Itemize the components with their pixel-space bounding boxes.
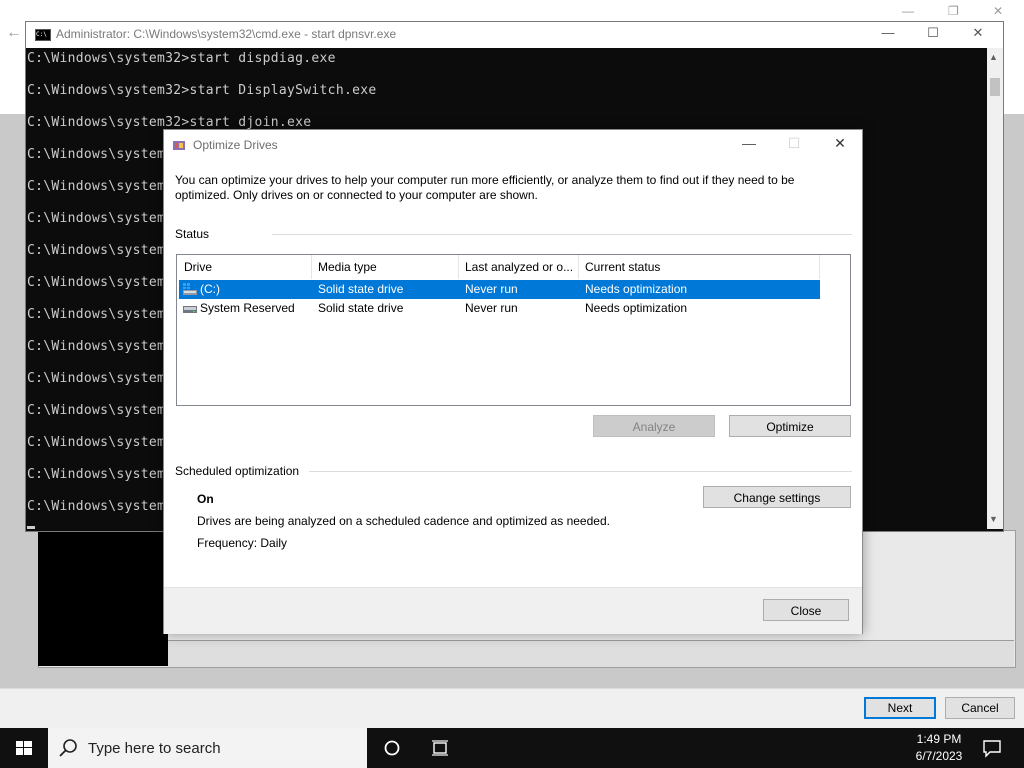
current-status: Needs optimization (585, 282, 688, 296)
optimize-button[interactable]: Optimize (729, 415, 851, 437)
cmd-scrollbar[interactable]: ▲ ▼ (987, 48, 1003, 529)
dialog-maximize-icon: ☐ (787, 135, 801, 151)
last-analyzed: Never run (465, 301, 518, 315)
wizard-dark-region (38, 530, 168, 666)
media-type: Solid state drive (318, 301, 404, 315)
drives-list-header: Drive Media type Last analyzed or o... C… (177, 255, 850, 280)
taskbar-clock[interactable]: 1:49 PM 6/7/2023 (900, 731, 978, 765)
cmd-close-icon[interactable]: ✕ (963, 25, 993, 41)
dialog-close-icon[interactable]: ✕ (825, 135, 855, 152)
wizard-panel-strip (168, 640, 1014, 667)
cmd-line: C:\Windows\system (27, 147, 166, 162)
wizard-restore-icon[interactable]: ❐ (948, 4, 959, 18)
cmd-line: C:\Windows\system32>start djoin.exe (27, 115, 312, 130)
drive-row-c[interactable]: (C:) Solid state drive Never run Needs o… (179, 280, 820, 299)
scheduled-section-label: Scheduled optimization (175, 464, 300, 478)
close-button[interactable]: Close (763, 599, 849, 621)
cmd-line: C:\Windows\system (27, 243, 166, 258)
schedule-frequency: Frequency: Daily (197, 536, 288, 550)
cmd-cursor (27, 526, 35, 529)
drive-name: System Reserved (200, 301, 295, 315)
cmd-line: C:\Windows\system (27, 371, 166, 386)
scrollbar-thumb[interactable] (990, 78, 1000, 96)
scroll-up-arrow-icon[interactable]: ▲ (989, 52, 998, 62)
wizard-close-icon[interactable]: ✕ (993, 4, 1003, 18)
wizard-minimize-icon[interactable]: — (902, 4, 914, 18)
cmd-line: C:\Windows\system (27, 467, 166, 482)
current-status: Needs optimization (585, 301, 688, 315)
cmd-titlebar[interactable]: C:\ Administrator: C:\Windows\system32\c… (26, 22, 1003, 48)
column-header-current-status[interactable]: Current status (578, 255, 820, 279)
cmd-line: C:\Windows\system (27, 275, 166, 290)
change-settings-button[interactable]: Change settings (703, 486, 851, 508)
search-placeholder: Type here to search (88, 740, 221, 757)
cmd-line: C:\Windows\system32>start DisplaySwitch.… (27, 83, 377, 98)
defrag-app-icon (173, 141, 185, 150)
notification-icon[interactable] (981, 737, 1003, 759)
windows-drive-icon (183, 283, 197, 295)
scheduled-divider (309, 471, 852, 472)
cmd-icon: C:\ (35, 29, 51, 41)
windows-start-icon[interactable] (0, 728, 48, 768)
column-header-drive[interactable]: Drive (177, 255, 312, 279)
taskbar-search-box[interactable]: Type here to search (48, 728, 367, 768)
cmd-line: C:\Windows\system (27, 435, 166, 450)
clock-date: 6/7/2023 (915, 749, 963, 763)
media-type: Solid state drive (318, 282, 404, 296)
drives-list[interactable]: Drive Media type Last analyzed or o... C… (176, 254, 851, 406)
cmd-line: C:\Windows\system (27, 339, 166, 354)
column-header-media-type[interactable]: Media type (311, 255, 459, 279)
schedule-description: Drives are being analyzed on a scheduled… (197, 514, 610, 528)
dialog-description: You can optimize your drives to help you… (175, 173, 795, 202)
cortana-icon[interactable] (381, 737, 403, 759)
cmd-minimize-icon[interactable]: — (873, 25, 903, 40)
cmd-line: C:\Windows\system (27, 307, 166, 322)
taskbar: Type here to search 1:49 PM 6/7/2023 (0, 728, 1024, 768)
optimize-drives-dialog[interactable]: Optimize Drives — ☐ ✕ You can optimize y… (163, 129, 863, 634)
drive-name: (C:) (200, 282, 220, 296)
dialog-minimize-icon[interactable]: — (734, 135, 764, 151)
cmd-title: Administrator: C:\Windows\system32\cmd.e… (56, 27, 397, 41)
drive-row-system-reserved[interactable]: System Reserved Solid state drive Never … (179, 299, 820, 318)
cancel-button[interactable]: Cancel (945, 697, 1015, 719)
drive-icon (183, 306, 197, 313)
scroll-down-arrow-icon[interactable]: ▼ (989, 514, 998, 524)
cmd-maximize-icon[interactable]: ☐ (918, 25, 948, 41)
next-button[interactable]: Next (864, 697, 936, 719)
cmd-line: C:\Windows\system (27, 499, 166, 514)
cmd-line: C:\Windows\system (27, 403, 166, 418)
cmd-line: C:\Windows\system32>start dispdiag.exe (27, 51, 336, 66)
column-header-last-analyzed[interactable]: Last analyzed or o... (458, 255, 579, 279)
cmd-line: C:\Windows\system (27, 179, 166, 194)
dialog-footer (164, 587, 862, 634)
task-view-icon[interactable] (429, 737, 451, 759)
clock-time: 1:49 PM (916, 732, 962, 746)
analyze-button[interactable]: Analyze (593, 415, 715, 437)
last-analyzed: Never run (465, 282, 518, 296)
dialog-title: Optimize Drives (193, 138, 278, 152)
status-divider (272, 234, 852, 235)
search-icon (59, 739, 77, 757)
schedule-state: On (197, 492, 214, 506)
back-arrow-icon[interactable]: ← (6, 24, 22, 42)
status-section-label: Status (175, 227, 210, 241)
cmd-line: C:\Windows\system (27, 211, 166, 226)
